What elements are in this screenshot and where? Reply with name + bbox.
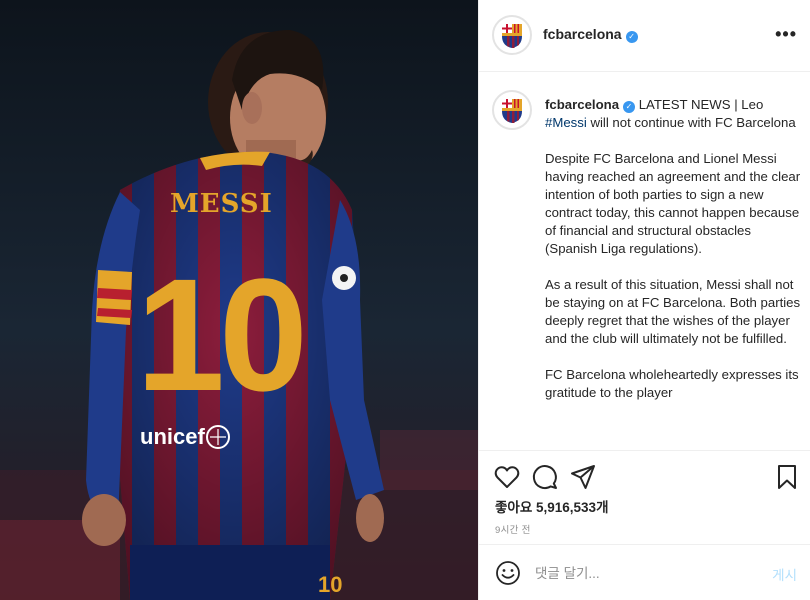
paper-plane-icon[interactable] xyxy=(569,463,597,491)
caption-paragraph: Despite FC Barcelona and Lionel Messi ha… xyxy=(545,151,801,256)
messi-photo-illustration: 10 MESSI 10 unicef xyxy=(0,0,478,600)
comment-bubble-icon[interactable] xyxy=(531,463,559,491)
post-timestamp[interactable]: 9시간 전 xyxy=(495,522,531,536)
post-photo[interactable]: 10 MESSI 10 unicef xyxy=(0,0,478,600)
shorts-number: 10 xyxy=(318,572,342,597)
caption-username[interactable]: fcbarcelona xyxy=(545,97,619,112)
comment-input[interactable] xyxy=(535,562,755,584)
caption-headline-rest: will not continue with FC Barcelona xyxy=(586,115,796,130)
caption-text: fcbarcelona ✓ LATEST NEWS | Leo #Messi wi… xyxy=(545,96,801,420)
caption-paragraph: FC Barcelona wholeheartedly expresses it… xyxy=(545,367,799,400)
hashtag-link[interactable]: #Messi xyxy=(545,115,587,130)
post-header: fcbarcelona ✓ ••• xyxy=(479,0,810,72)
comment-form: 게시 xyxy=(479,544,810,600)
more-options-icon[interactable]: ••• xyxy=(775,24,797,45)
fcb-crest-icon xyxy=(502,99,522,123)
like-count[interactable]: 좋아요 5,916,533개 xyxy=(495,496,609,516)
post-actions: 좋아요 5,916,533개 9시간 전 xyxy=(479,450,810,554)
verified-badge-icon: ✓ xyxy=(625,31,638,43)
post-caption: fcbarcelona ✓ LATEST NEWS | Leo #Messi wi… xyxy=(479,72,810,450)
caption-headline: LATEST NEWS | Leo xyxy=(635,97,764,112)
jersey-number: 10 xyxy=(136,245,302,424)
instagram-post-modal: 10 MESSI 10 unicef fcbarcelona ✓ ••• fcb… xyxy=(0,0,810,600)
jersey-name: MESSI xyxy=(170,189,273,219)
post-side-panel: fcbarcelona ✓ ••• fcbarcelona ✓ LATEST N… xyxy=(478,0,810,600)
post-comment-button[interactable]: 게시 xyxy=(772,564,797,584)
caption-paragraph: As a result of this situation, Messi sha… xyxy=(545,277,801,346)
header-username[interactable]: fcbarcelona ✓ xyxy=(543,26,638,43)
verified-badge-icon: ✓ xyxy=(623,101,636,113)
smiley-icon[interactable] xyxy=(495,560,521,586)
bookmark-icon[interactable] xyxy=(773,463,801,491)
caption-avatar[interactable] xyxy=(492,90,532,130)
heart-icon[interactable] xyxy=(493,463,521,491)
jersey-sponsor: unicef xyxy=(140,424,205,449)
fcb-crest-icon[interactable] xyxy=(492,15,532,55)
